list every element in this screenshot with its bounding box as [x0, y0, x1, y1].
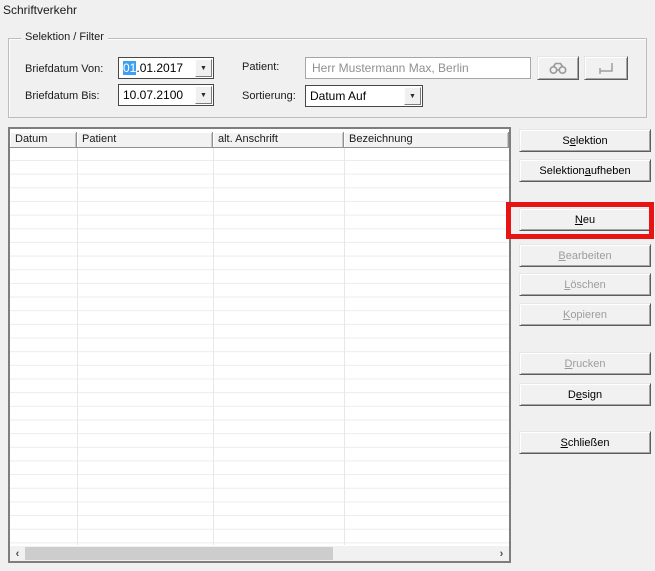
briefdatum-von-label: Briefdatum Von:	[25, 61, 103, 77]
patient-value: Herr Mustermann Max, Berlin	[306, 61, 530, 75]
sortierung-value: Datum Auf	[306, 89, 403, 103]
patient-label: Patient:	[242, 59, 279, 75]
drucken-button[interactable]: Drucken	[519, 352, 651, 375]
column-header-datum[interactable]: Datum	[10, 132, 77, 148]
kopieren-button[interactable]: Kopieren	[519, 303, 651, 326]
briefdatum-von-value: 01.01.2017	[119, 61, 194, 75]
sortierung-label: Sortierung:	[242, 88, 296, 104]
loeschen-button[interactable]: Löschen	[519, 273, 651, 296]
selektion-aufheben-button[interactable]: Selektion aufheben	[519, 159, 651, 182]
column-divider	[213, 148, 214, 545]
design-button[interactable]: Design	[519, 383, 651, 406]
enter-key-icon-button[interactable]	[584, 56, 628, 80]
group-legend: Selektion / Filter	[21, 31, 108, 43]
scroll-right-arrow-icon[interactable]: ›	[494, 546, 509, 561]
enter-key-icon	[597, 61, 615, 75]
date-remainder: .01.2017	[136, 61, 183, 75]
table-header-row: Datum Patient alt. Anschrift Bezeichnung	[10, 132, 509, 148]
briefdatum-bis-label: Briefdatum Bis:	[25, 88, 100, 104]
table-body[interactable]	[10, 148, 509, 545]
briefdatum-von-field[interactable]: 01.01.2017 ▼	[118, 57, 214, 79]
schliessen-button[interactable]: Schließen	[519, 431, 651, 454]
scroll-left-arrow-icon[interactable]: ‹	[10, 546, 25, 561]
patient-field[interactable]: Herr Mustermann Max, Berlin	[305, 57, 531, 79]
chevron-down-icon: ▼	[200, 92, 207, 99]
briefdatum-bis-field[interactable]: 10.07.2100 ▼	[118, 84, 214, 106]
column-header-alt-anschrift[interactable]: alt. Anschrift	[213, 132, 344, 148]
binoculars-icon	[549, 62, 567, 74]
chevron-down-icon: ▼	[200, 65, 207, 72]
briefdatum-von-dropdown-button[interactable]: ▼	[195, 59, 212, 77]
column-header-patient[interactable]: Patient	[77, 132, 213, 148]
bearbeiten-button[interactable]: Bearbeiten	[519, 244, 651, 267]
column-divider	[344, 148, 345, 545]
page-title: Schriftverkehr	[3, 3, 77, 17]
column-divider	[77, 148, 78, 545]
sortierung-select[interactable]: Datum Auf ▼	[305, 85, 423, 107]
briefdatum-bis-dropdown-button[interactable]: ▼	[195, 86, 212, 104]
search-patient-button[interactable]	[537, 56, 579, 80]
sortierung-dropdown-button[interactable]: ▼	[404, 87, 421, 105]
neu-button[interactable]: Neu	[519, 208, 651, 231]
date-selected-segment: 01	[123, 61, 136, 75]
scrollbar-thumb[interactable]	[25, 547, 333, 560]
letters-table: Datum Patient alt. Anschrift Bezeichnung…	[8, 127, 511, 563]
briefdatum-bis-value: 10.07.2100	[119, 88, 194, 102]
selektion-button[interactable]: Selektion	[519, 129, 651, 152]
horizontal-scrollbar[interactable]: ‹ ›	[10, 545, 509, 561]
chevron-down-icon: ▼	[409, 93, 416, 100]
column-header-bezeichnung[interactable]: Bezeichnung	[344, 132, 509, 148]
